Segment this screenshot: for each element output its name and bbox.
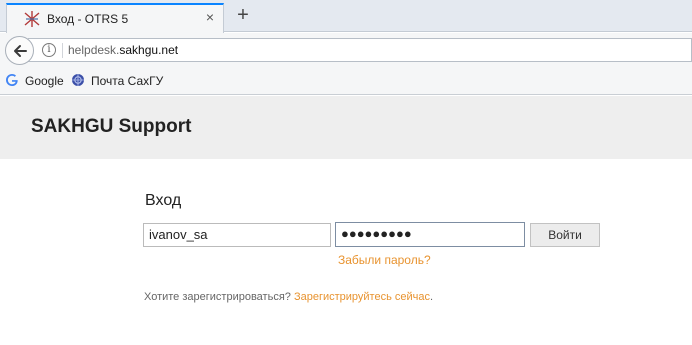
browser-nav-bar: i helpdesk.sakhgu.net [0,33,692,67]
forgot-password-link[interactable]: Забыли пароль? [338,253,431,267]
login-button[interactable]: Войти [530,223,600,247]
tab-close-icon[interactable]: × [203,10,217,24]
url-prefix: helpdesk. [68,43,120,57]
register-prompt: Хотите зарегистрироваться? Зарегистрируй… [144,291,433,303]
page-header: SAKHGU Support [0,96,692,159]
register-link[interactable]: Зарегистрируйтесь сейчас [294,291,430,303]
register-end: . [429,291,434,303]
bookmarks-toolbar: Google Почта СахГУ [0,67,692,95]
mail-globe-icon [72,74,84,86]
login-title: Вход [145,192,182,209]
browser-tab-bar: Вход - OTRS 5 × + [0,0,692,33]
back-button[interactable] [5,36,34,65]
google-icon [6,74,18,86]
url-domain: sakhgu.net [119,43,179,57]
url-separator [62,43,63,58]
register-text: Хотите зарегистрироваться? [144,291,291,303]
username-input[interactable]: ivanov_sa [143,223,331,247]
url-text[interactable]: helpdesk.sakhgu.net [68,43,178,57]
bookmark-label: Почта СахГУ [91,74,164,88]
url-bar[interactable]: i helpdesk.sakhgu.net [28,38,692,62]
browser-tab[interactable]: Вход - OTRS 5 × [6,3,224,33]
tab-title: Вход - OTRS 5 [47,12,129,26]
new-tab-icon[interactable]: + [233,5,253,25]
bookmark-label: Google [25,74,64,88]
otrs-favicon-icon [24,11,40,27]
site-info-icon[interactable]: i [42,43,56,57]
password-input[interactable]: ●●●●●●●●● [335,222,525,247]
back-arrow-icon [14,45,27,57]
bookmark-pochta[interactable]: Почта СахГУ [71,73,181,89]
site-title: SAKHGU Support [31,116,192,137]
